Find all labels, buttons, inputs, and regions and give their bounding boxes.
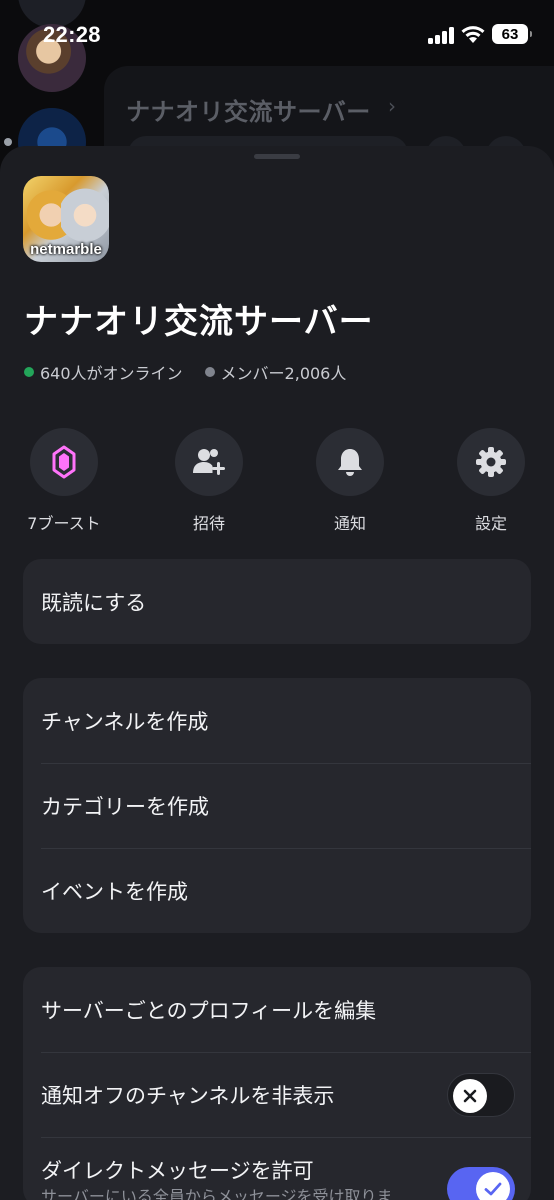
edit-server-profile-label: サーバーごとのプロフィールを編集 — [41, 998, 377, 1023]
screen: ナナオリ交流サーバー › 22:28 63 netmarble ナナオリ交流サー… — [0, 0, 554, 1200]
online-count: 640人がオンライン — [40, 364, 183, 383]
menu-group-settings: サーバーごとのプロフィールを編集 通知オフのチャンネルを非表示 ダイレクトメッセ… — [23, 967, 531, 1200]
boost-button[interactable]: 7ブースト — [19, 428, 109, 534]
settings-label: 設定 — [474, 514, 507, 533]
allow-dm-description: サーバーにいる全員からメッセージを受け取りま — [41, 1187, 393, 1200]
status-time: 22:28 — [43, 22, 101, 47]
online-status-dot — [24, 367, 34, 377]
server-stats: 640人がオンライン メンバー2,006人 — [24, 360, 368, 384]
member-count: メンバー2,006人 — [220, 364, 347, 383]
background-server-title[interactable]: ナナオリ交流サーバー — [126, 92, 371, 127]
server-name: ナナオリ交流サーバー — [24, 302, 374, 342]
close-icon — [453, 1079, 487, 1113]
gear-icon[interactable] — [457, 428, 525, 496]
allow-dm-toggle[interactable] — [447, 1167, 515, 1200]
cellular-signal-icon — [428, 26, 456, 44]
create-channel-label: チャンネルを作成 — [41, 709, 209, 734]
menu-group-read: 既読にする — [23, 559, 531, 644]
chevron-right-icon: › — [388, 94, 396, 118]
battery-indicator: 63 — [492, 24, 532, 44]
boost-label: 7ブースト — [27, 514, 101, 533]
boost-gem-icon[interactable] — [30, 428, 98, 496]
create-category-label: カテゴリーを作成 — [41, 794, 209, 819]
hide-muted-channels-item[interactable]: 通知オフのチャンネルを非表示 — [23, 1052, 531, 1137]
sheet-grabber[interactable] — [254, 154, 300, 159]
checkmark-icon — [476, 1172, 510, 1200]
bell-icon[interactable] — [316, 428, 384, 496]
server-icon-brand: netmarble — [30, 241, 102, 258]
create-event-label: イベントを作成 — [41, 879, 188, 904]
menu-group-create: チャンネルを作成 カテゴリーを作成 イベントを作成 — [23, 678, 531, 933]
settings-button[interactable]: 設定 — [446, 428, 536, 534]
invite-button[interactable]: 招待 — [164, 428, 254, 534]
server-icon: netmarble — [23, 176, 109, 262]
mark-as-read-item[interactable]: 既読にする — [23, 559, 531, 644]
create-channel-item[interactable]: チャンネルを作成 — [23, 678, 531, 763]
allow-dm-label: ダイレクトメッセージを許可 — [41, 1159, 314, 1183]
unread-indicator — [4, 138, 12, 146]
action-row: 7ブースト 招待 通知 設定 — [0, 428, 554, 538]
member-status-dot — [204, 367, 215, 377]
edit-server-profile-item[interactable]: サーバーごとのプロフィールを編集 — [23, 967, 531, 1052]
server-bottom-sheet: netmarble ナナオリ交流サーバー 640人がオンライン メンバー2,00… — [0, 146, 554, 1200]
hide-muted-channels-label: 通知オフのチャンネルを非表示 — [41, 1083, 335, 1108]
invite-label: 招待 — [192, 514, 225, 533]
invite-user-icon[interactable] — [175, 428, 243, 496]
hide-muted-channels-toggle[interactable] — [447, 1073, 515, 1117]
wifi-icon — [461, 26, 485, 43]
create-event-item[interactable]: イベントを作成 — [23, 848, 531, 933]
notifications-label: 通知 — [333, 514, 366, 533]
notifications-button[interactable]: 通知 — [305, 428, 395, 534]
allow-dm-item[interactable]: ダイレクトメッセージを許可 サーバーにいる全員からメッセージを受け取りま — [23, 1137, 531, 1200]
create-category-item[interactable]: カテゴリーを作成 — [23, 763, 531, 848]
mark-as-read-label: 既読にする — [41, 590, 147, 615]
